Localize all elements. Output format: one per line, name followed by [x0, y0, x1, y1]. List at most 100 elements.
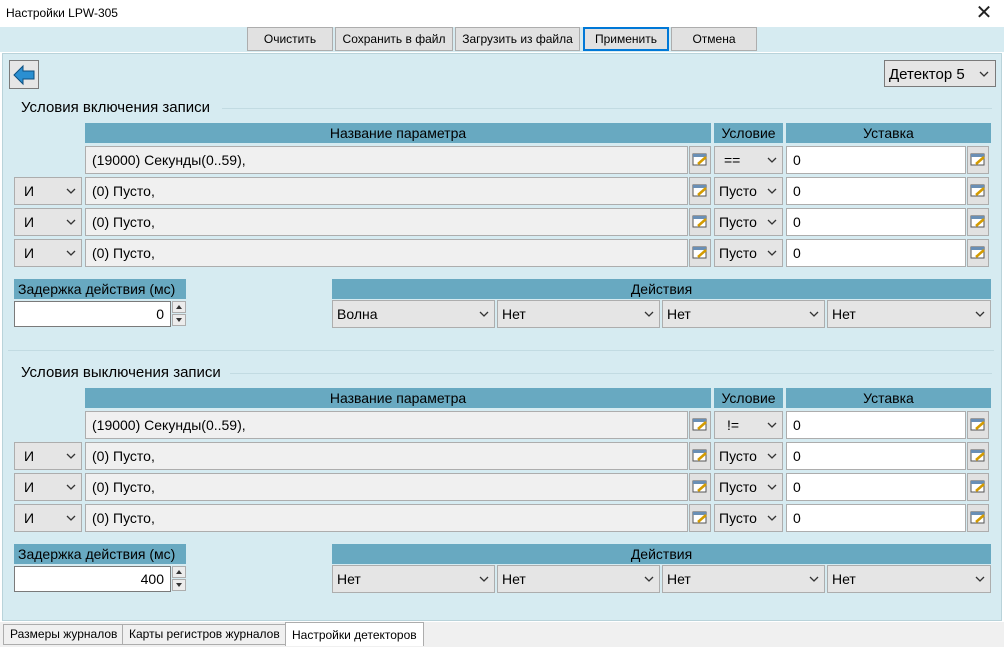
back-arrow-icon [13, 64, 35, 86]
on-row-2-logic-select[interactable]: И [14, 208, 82, 236]
close-icon[interactable]: ✕ [970, 1, 998, 25]
on-row-2-condition-select[interactable]: Пусто [714, 208, 783, 236]
off-action-select-3[interactable]: Нет [662, 565, 825, 593]
on-group-title: Условия включения записи [21, 99, 211, 116]
off-row-1-param[interactable]: (0) Пусто, [85, 442, 688, 470]
tab-journal-sizes[interactable]: Размеры журналов [3, 624, 125, 645]
off-row-1-param-edit-button[interactable] [689, 442, 711, 470]
off-row-3-condition-select[interactable]: Пусто [714, 504, 783, 532]
off-action-value-4: Нет [832, 571, 856, 587]
off-action-select-1[interactable]: Нет [332, 565, 495, 593]
on-row-2-setpoint-edit-button[interactable] [967, 208, 989, 236]
on-row-0-setpoint[interactable]: 0 [786, 146, 966, 174]
spin-down-button[interactable] [172, 314, 186, 326]
off-delay-label: Задержка действия (мс) [14, 544, 186, 564]
on-row-2-param[interactable]: (0) Пусто, [85, 208, 688, 236]
on-action-select-4[interactable]: Нет [827, 300, 991, 328]
off-row-2-setpoint[interactable]: 0 [786, 473, 966, 501]
off-row-0-setpoint-edit-button[interactable] [967, 411, 989, 439]
on-delay-label: Задержка действия (мс) [14, 279, 186, 299]
on-row-0-condition-select[interactable]: == [714, 146, 783, 174]
spin-up-button[interactable] [172, 301, 186, 313]
off-row-1-logic-select[interactable]: И [14, 442, 82, 470]
on-row-3-setpoint[interactable]: 0 [786, 239, 966, 267]
off-row-3-logic-select[interactable]: И [14, 504, 82, 532]
edit-pencil-icon [692, 449, 707, 462]
off-row-0-param[interactable]: (19000) Секунды(0..59), [85, 411, 688, 439]
tab-journal-register-maps[interactable]: Карты регистров журналов [122, 624, 287, 645]
on-delay-input[interactable]: 0 [14, 301, 171, 327]
off-action-select-4[interactable]: Нет [827, 565, 991, 593]
edit-pencil-icon [970, 153, 985, 166]
chevron-down-icon [66, 250, 76, 256]
on-action-select-1[interactable]: Волна [332, 300, 495, 328]
off-row-3-param-edit-button[interactable] [689, 504, 711, 532]
off-row-3-setpoint[interactable]: 0 [786, 504, 966, 532]
on-row-1-param[interactable]: (0) Пусто, [85, 177, 688, 205]
clear-button[interactable]: Очистить [247, 27, 333, 51]
off-row-3-setpoint-edit-button[interactable] [967, 504, 989, 532]
off-row-2-condition-value: Пусто [719, 479, 757, 495]
on-row-1-param-edit-button[interactable] [689, 177, 711, 205]
on-row-1-logic-select[interactable]: И [14, 177, 82, 205]
off-row-0-param-edit-button[interactable] [689, 411, 711, 439]
tab-detector-settings[interactable]: Настройки детекторов [285, 622, 424, 646]
save-to-file-button[interactable]: Сохранить в файл [335, 27, 453, 51]
off-row-2-param-edit-button[interactable] [689, 473, 711, 501]
off-actions-label: Действия [332, 544, 991, 564]
off-row-2-condition-select[interactable]: Пусто [714, 473, 783, 501]
on-row-1-condition-value: Пусто [719, 183, 757, 199]
back-button[interactable] [9, 60, 39, 89]
on-row-3-param[interactable]: (0) Пусто, [85, 239, 688, 267]
off-row-2-logic-select[interactable]: И [14, 473, 82, 501]
off-row-0-setpoint[interactable]: 0 [786, 411, 966, 439]
off-row-0-condition-select[interactable]: != [714, 411, 783, 439]
on-row-3-logic-value: И [24, 245, 35, 261]
group-separator [8, 350, 994, 351]
on-row-2-setpoint[interactable]: 0 [786, 208, 966, 236]
edit-pencil-icon [692, 511, 707, 524]
on-row-3-param-edit-button[interactable] [689, 239, 711, 267]
off-row-1-setpoint[interactable]: 0 [786, 442, 966, 470]
spin-up-button[interactable] [172, 566, 186, 578]
edit-pencil-icon [970, 480, 985, 493]
off-delay-spinner[interactable] [172, 566, 186, 592]
on-action-value-2: Нет [502, 306, 526, 322]
cancel-button[interactable]: Отмена [671, 27, 757, 51]
edit-pencil-icon [970, 184, 985, 197]
off-header-condition: Условие [714, 388, 783, 408]
off-row-1-condition-select[interactable]: Пусто [714, 442, 783, 470]
apply-button[interactable]: Применить [583, 27, 669, 51]
on-row-0-param[interactable]: (19000) Секунды(0..59), [85, 146, 688, 174]
chevron-down-icon [66, 453, 76, 459]
off-action-value-2: Нет [502, 571, 526, 587]
chevron-down-icon [479, 576, 489, 582]
off-action-select-2[interactable]: Нет [497, 565, 660, 593]
on-delay-spinner[interactable] [172, 301, 186, 327]
off-row-1-setpoint-edit-button[interactable] [967, 442, 989, 470]
on-action-select-3[interactable]: Нет [662, 300, 825, 328]
on-row-1-setpoint[interactable]: 0 [786, 177, 966, 205]
off-row-3-param[interactable]: (0) Пусто, [85, 504, 688, 532]
on-row-0-setpoint-edit-button[interactable] [967, 146, 989, 174]
load-from-file-button[interactable]: Загрузить из файла [455, 27, 580, 51]
on-action-select-2[interactable]: Нет [497, 300, 660, 328]
on-row-3-logic-select[interactable]: И [14, 239, 82, 267]
on-row-1-setpoint-edit-button[interactable] [967, 177, 989, 205]
on-row-3-condition-select[interactable]: Пусто [714, 239, 783, 267]
on-action-value-1: Волна [337, 306, 378, 322]
detector-select[interactable]: Детектор 5 [884, 60, 996, 87]
chevron-down-icon [767, 453, 777, 459]
on-row-1-condition-select[interactable]: Пусто [714, 177, 783, 205]
title-bar: Настройки LPW-305 ✕ [0, 0, 1004, 27]
off-delay-input[interactable]: 400 [14, 566, 171, 592]
edit-pencil-icon [970, 449, 985, 462]
spin-down-button[interactable] [172, 579, 186, 591]
on-row-3-setpoint-edit-button[interactable] [967, 239, 989, 267]
on-row-2-param-edit-button[interactable] [689, 208, 711, 236]
chevron-down-icon [767, 422, 777, 428]
off-row-2-setpoint-edit-button[interactable] [967, 473, 989, 501]
off-row-2-param[interactable]: (0) Пусто, [85, 473, 688, 501]
chevron-down-icon [975, 576, 985, 582]
on-row-0-param-edit-button[interactable] [689, 146, 711, 174]
